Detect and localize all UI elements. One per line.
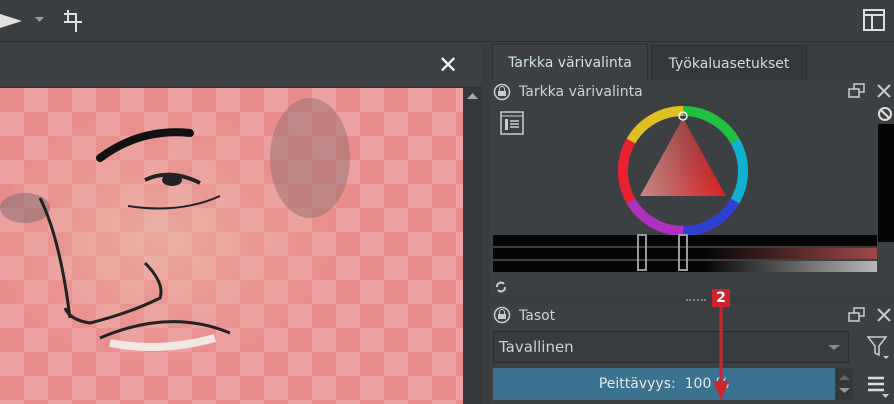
menu-icon[interactable]: [866, 374, 890, 400]
panel-title: Tarkka värivalinta: [519, 84, 643, 100]
close-panel-icon[interactable]: [876, 307, 892, 323]
chevron-down-icon: [828, 345, 840, 350]
slider-handle[interactable]: [637, 234, 647, 271]
filter-icon[interactable]: [866, 334, 890, 360]
refresh-icon[interactable]: [494, 280, 508, 294]
close-canvas-button[interactable]: ✕: [438, 51, 458, 79]
opacity-label: Peittävyys:: [598, 376, 676, 392]
tab-label: Työkaluasetukset: [668, 55, 790, 72]
blend-mode-select[interactable]: Tavallinen: [493, 331, 849, 363]
close-panel-icon[interactable]: [876, 83, 892, 99]
toolbar: [0, 0, 894, 42]
canvas-vertical-scrollbar[interactable]: [463, 88, 482, 404]
tab-color-selector[interactable]: Tarkka värivalinta: [492, 44, 648, 80]
color-history-strip[interactable]: [878, 124, 894, 242]
annotation-arrow: [713, 307, 729, 400]
spinner-arrows-icon[interactable]: [839, 372, 850, 396]
color-selector-panel: Tarkka värivalinta: [490, 80, 894, 296]
lock-icon[interactable]: [493, 83, 511, 101]
canvas-tab-bar: ✕: [0, 42, 482, 88]
face-sketch: [0, 88, 400, 388]
float-panel-icon[interactable]: [848, 83, 866, 99]
tab-label: Tarkka värivalinta: [508, 54, 632, 71]
drawing-canvas[interactable]: [0, 88, 463, 404]
play-icon[interactable]: [0, 10, 40, 32]
settings-list-icon[interactable]: [500, 111, 524, 135]
blend-mode-value: Tavallinen: [499, 338, 574, 356]
tab-tool-options[interactable]: Työkaluasetukset: [651, 45, 807, 81]
lock-icon[interactable]: [493, 306, 511, 324]
crop-icon[interactable]: [60, 8, 86, 34]
opacity-spinner[interactable]: [836, 368, 853, 400]
panel-title: Tasot: [519, 308, 556, 324]
slider-handle[interactable]: [678, 234, 688, 271]
splitter-handle[interactable]: [686, 299, 706, 301]
dropdown-arrow-icon[interactable]: [35, 16, 45, 24]
float-panel-icon[interactable]: [848, 307, 866, 323]
color-wheel[interactable]: [618, 106, 748, 236]
no-color-icon[interactable]: [877, 106, 893, 122]
scroll-up-icon[interactable]: [467, 92, 478, 100]
annotation-badge: 2: [712, 289, 730, 307]
layout-icon[interactable]: [862, 8, 886, 32]
opacity-slider[interactable]: Peittävyys: 100 %: [493, 368, 835, 400]
